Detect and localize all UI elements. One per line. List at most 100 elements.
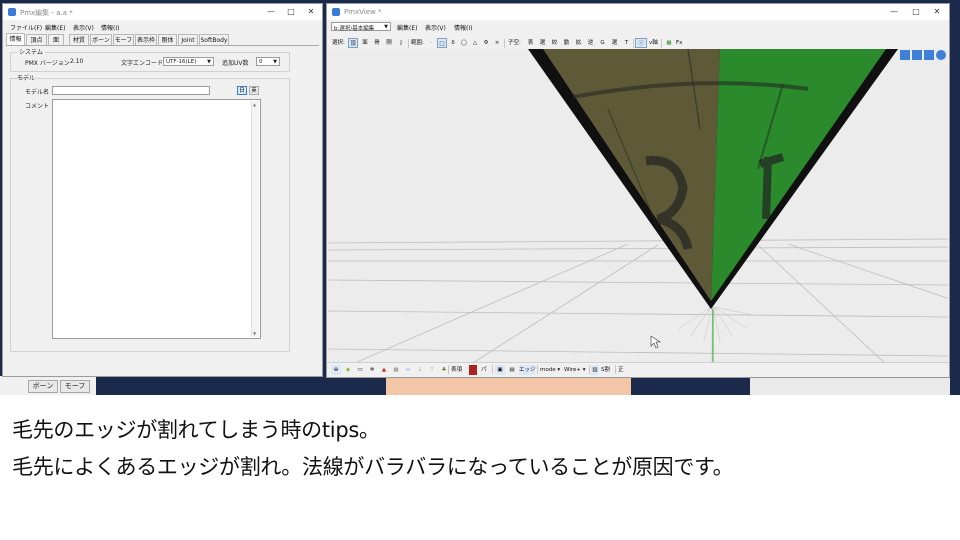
tab-softbody[interactable]: SoftBody <box>199 34 229 45</box>
edit-mode-select[interactable]: b:選択/基本編集 ▼ <box>331 22 391 32</box>
background-tab-morph[interactable]: モーフ <box>60 380 90 393</box>
bottom-pa-item[interactable]: パ <box>481 365 487 375</box>
tab-vertex[interactable]: 頂点 <box>26 34 47 45</box>
bottom-tool-icon[interactable]: ⊕ <box>331 365 341 375</box>
lang-en-button[interactable]: 英 <box>249 86 259 95</box>
pmx-version-value: 2.10 <box>70 58 84 65</box>
window-title: PmxView * <box>344 8 382 16</box>
lang-jp-button[interactable]: 日 <box>237 86 247 95</box>
minimize-icon[interactable]: — <box>262 6 280 18</box>
tool-invert-button[interactable]: 逆 <box>586 38 595 48</box>
close-icon[interactable]: ✕ <box>928 6 946 18</box>
model-name-input[interactable] <box>52 86 210 95</box>
wire-dropdown[interactable]: Wire+ ▾ <box>564 365 586 375</box>
background-tab-bone[interactable]: ボーン <box>28 380 58 393</box>
bottom-tool-icon[interactable]: ▲ <box>379 365 389 375</box>
scroll-down-icon[interactable]: ▼ <box>253 331 256 336</box>
menu-edit[interactable]: 編集(E) <box>397 23 417 32</box>
bottom-tool-icon[interactable]: ▭ <box>355 365 365 375</box>
background-skin-panel <box>386 378 631 395</box>
chevron-down-icon: ▼ <box>207 59 211 65</box>
maximize-icon[interactable]: □ <box>907 6 925 18</box>
bottom-tool-icon[interactable]: ◆ <box>343 365 353 375</box>
edge-toggle[interactable]: エッジ <box>519 365 536 375</box>
bottom-tool-icon[interactable]: ▬ <box>403 365 413 375</box>
split-icon[interactable]: ▥ <box>591 365 599 375</box>
tab-material[interactable]: 材質 <box>69 34 89 45</box>
menu-info[interactable]: 情報(I) <box>454 23 472 32</box>
minimize-icon[interactable]: — <box>885 6 903 18</box>
select-rigidbody-button[interactable]: 剛 <box>384 38 394 48</box>
range-triangle-button[interactable]: △ <box>471 38 479 48</box>
tab-display-frame[interactable]: 表示枠 <box>135 34 157 45</box>
select-bone-button[interactable]: 骨 <box>372 38 382 48</box>
comment-scrollbar[interactable]: ▲ ▼ <box>251 101 259 337</box>
front-view-button[interactable]: 正 <box>618 365 624 375</box>
model-name-label: モデル名 <box>25 89 50 96</box>
encoding-select[interactable]: UTF-16(LE) ▼ <box>163 57 214 66</box>
scroll-up-icon[interactable]: ▲ <box>253 102 256 107</box>
mode-dropdown[interactable]: mode ▾ <box>540 365 560 375</box>
maximize-icon[interactable]: □ <box>282 6 300 18</box>
comment-textarea[interactable]: ▲ ▼ <box>52 99 261 339</box>
close-icon[interactable]: ✕ <box>302 6 320 18</box>
range-point-button[interactable]: · <box>427 38 435 48</box>
toolbar-divider <box>661 39 662 48</box>
tool-narrow-button[interactable]: 絞 <box>550 38 559 48</box>
toolbar-divider <box>408 39 409 48</box>
select-joint-button[interactable]: J <box>396 38 406 48</box>
tab-face[interactable]: 面 <box>48 34 64 45</box>
select-label: 選択: <box>332 40 345 46</box>
bottombar-divider <box>448 365 449 374</box>
pmx-view-menubar: b:選択/基本編集 ▼ 編集(E) 表示(V) 情報(I) <box>327 21 949 32</box>
menu-edit[interactable]: 編集(E) <box>45 23 65 32</box>
add-uv-select[interactable]: 0 ▼ <box>256 57 280 66</box>
grid-icon[interactable]: ▦ <box>664 38 674 48</box>
v-axis-button[interactable]: v軸 <box>649 38 658 48</box>
range-circle-button[interactable]: ◯ <box>460 38 468 48</box>
tool-select2-button[interactable]: 選 <box>610 38 619 48</box>
move-view-icon[interactable] <box>900 50 910 60</box>
tab-joint[interactable]: Joint <box>178 34 198 45</box>
s-split-button[interactable]: S割 <box>601 365 610 375</box>
range-rect-button[interactable]: □ <box>437 38 447 48</box>
tool-select-button[interactable]: 選 <box>538 38 547 48</box>
menu-view[interactable]: 表示(V) <box>73 23 94 32</box>
range-lasso-button[interactable]: δ <box>449 38 457 48</box>
menu-file[interactable]: ファイル(F) <box>10 23 42 32</box>
range-label: 範囲: <box>411 40 424 46</box>
tool-move-button[interactable]: 動 <box>562 38 571 48</box>
tab-info[interactable]: 情報 <box>6 33 25 45</box>
menu-view[interactable]: 表示(V) <box>425 23 446 32</box>
info-icon[interactable]: ⓘ <box>635 38 647 48</box>
bottom-tool-icon[interactable]: ↑ <box>427 365 437 375</box>
bottom-tool-icon[interactable]: ▦ <box>391 365 401 375</box>
bottom-tool-icon[interactable]: ↓ <box>415 365 425 375</box>
tool-t-button[interactable]: T <box>622 38 631 48</box>
window-title: Pmx編集 - a.a * <box>20 9 73 17</box>
3d-viewport[interactable] <box>328 49 948 363</box>
range-phi-button[interactable]: Φ <box>482 38 490 48</box>
camera-reset-icon[interactable] <box>936 50 946 60</box>
rotate-view-icon[interactable] <box>924 50 934 60</box>
select-vertex-button[interactable]: 頂 <box>348 38 358 48</box>
tool-group-button[interactable]: G <box>598 38 607 48</box>
tab-bone[interactable]: ボーン <box>90 34 112 45</box>
range-clear-button[interactable]: × <box>493 38 501 48</box>
toolbar-divider <box>633 39 634 48</box>
caption-line-2: 毛先によくあるエッジが割れ。法線がバラバラになっていることが原因です。 <box>12 455 734 479</box>
pan-view-icon[interactable] <box>912 50 922 60</box>
bottom-show-item[interactable]: 表項 <box>451 365 462 375</box>
bottom-color-icon[interactable] <box>469 365 477 375</box>
bottom-toggle-icon[interactable]: ▤ <box>507 365 517 375</box>
tool-scale-button[interactable]: 拡 <box>574 38 583 48</box>
select-face-button[interactable]: 面 <box>360 38 370 48</box>
tab-rigidbody[interactable]: 剛体 <box>158 34 177 45</box>
view-control-buttons <box>900 50 946 62</box>
tab-morph[interactable]: モーフ <box>113 34 134 45</box>
menu-info[interactable]: 情報(I) <box>101 23 119 32</box>
tool-show-button[interactable]: 表 <box>526 38 535 48</box>
bottom-toggle-icon[interactable]: ▣ <box>495 365 505 375</box>
fx-button[interactable]: Fx <box>676 38 682 48</box>
bottom-tool-icon[interactable]: ✲ <box>367 365 377 375</box>
